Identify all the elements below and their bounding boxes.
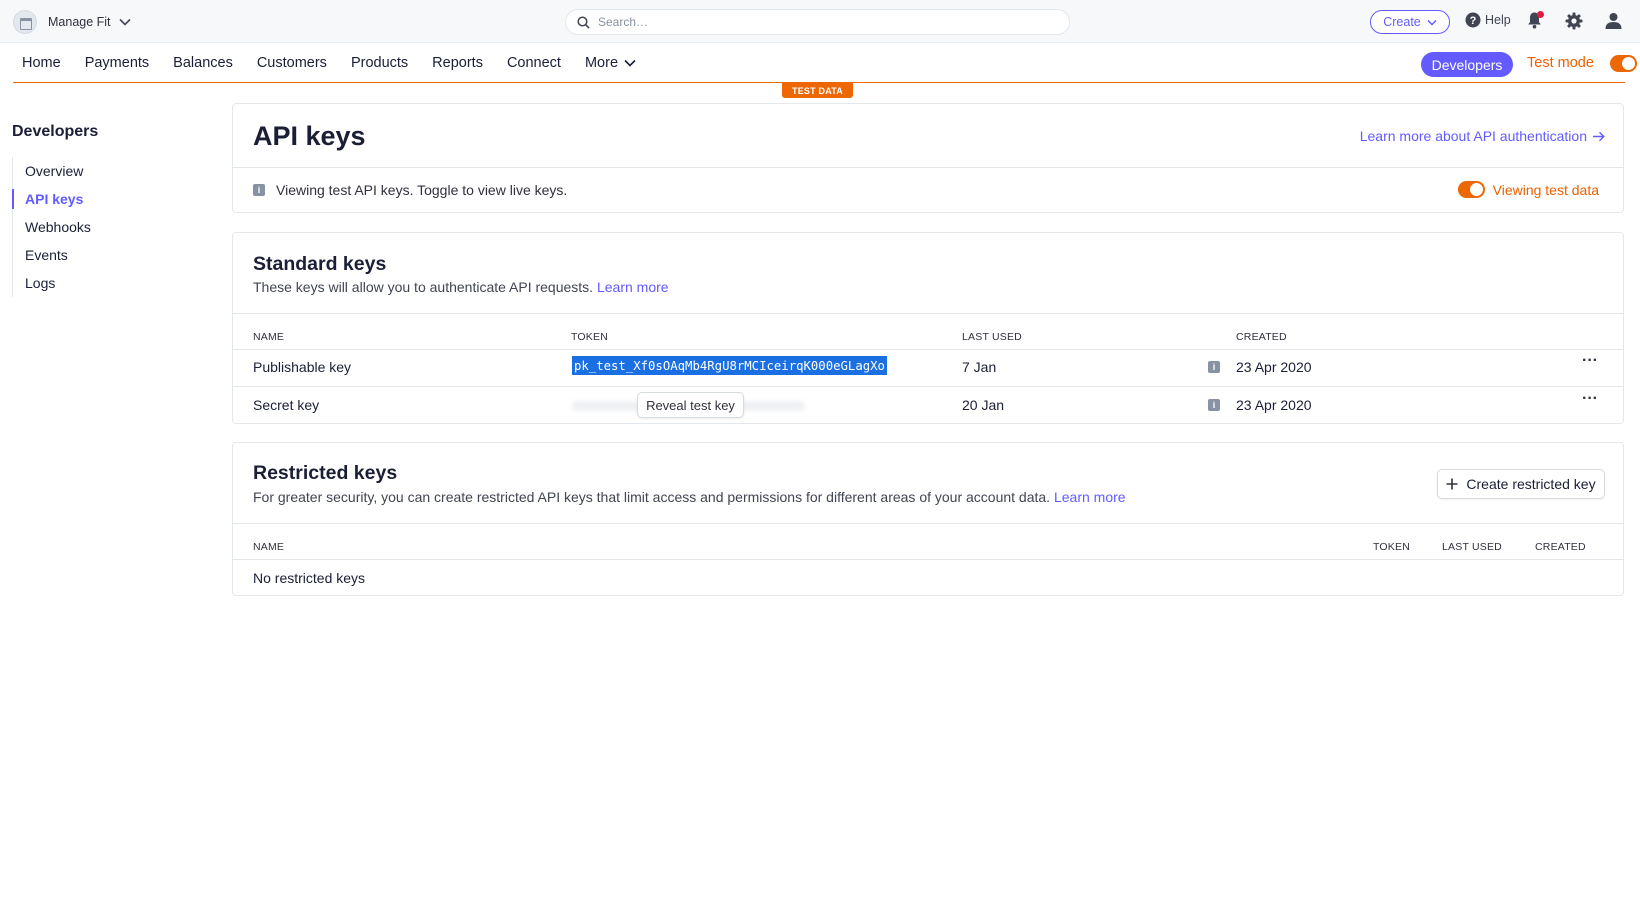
publishable-key-last-used: 7 Jan <box>962 359 997 375</box>
publishable-key-name: Publishable key <box>253 359 352 375</box>
more-options-icon[interactable]: ··· <box>1582 352 1598 370</box>
col-header-created: CREATED <box>1535 541 1586 553</box>
nav-item-connect[interactable]: Connect <box>507 55 561 71</box>
col-header-name: NAME <box>253 541 285 553</box>
info-icon: i <box>253 184 265 196</box>
divider <box>233 386 1623 387</box>
test-data-badge: TEST DATA <box>782 83 853 98</box>
learn-api-auth-label: Learn more about API authentication <box>1359 128 1587 144</box>
col-header-created: CREATED <box>1236 331 1287 343</box>
restricted-keys-title: Restricted keys <box>253 462 398 484</box>
standard-keys-subtitle: These keys will allow you to authenticat… <box>253 279 594 295</box>
standard-keys-learn-more-link[interactable]: Learn more <box>597 279 669 295</box>
sidebar-item-events[interactable]: Events <box>13 241 192 269</box>
chevron-down-icon <box>118 18 131 26</box>
standard-keys-title: Standard keys <box>253 253 387 275</box>
col-header-last-used: LAST USED <box>962 331 1022 343</box>
user-profile-icon[interactable] <box>1605 12 1622 29</box>
viewing-test-data-label: Viewing test data <box>1492 181 1599 198</box>
sidebar-item-api-keys[interactable]: API keys <box>12 185 192 213</box>
nav-item-more[interactable]: More <box>585 55 636 71</box>
nav-item-home[interactable]: Home <box>22 55 61 71</box>
test-mode-toggle[interactable] <box>1610 55 1637 72</box>
search-icon <box>577 15 590 29</box>
chevron-down-icon <box>624 59 636 67</box>
sidebar-nav: Overview API keys Webhooks Events Logs <box>12 157 192 297</box>
search-input[interactable]: Search… <box>565 9 1070 35</box>
test-data-toggle-switch[interactable] <box>1457 181 1485 198</box>
help-button[interactable]: ? Help <box>1465 12 1511 28</box>
notification-badge <box>1537 11 1544 18</box>
sidebar-item-webhooks[interactable]: Webhooks <box>13 213 192 241</box>
secret-key-name: Secret key <box>253 397 320 413</box>
create-restricted-key-label: Create restricted key <box>1466 476 1596 492</box>
nav-item-balances[interactable]: Balances <box>173 55 233 71</box>
divider <box>233 167 1623 168</box>
test-mode-label: Test mode <box>1527 55 1594 71</box>
learn-api-auth-link[interactable]: Learn more about API authentication <box>1360 128 1605 144</box>
col-header-last-used: LAST USED <box>1442 541 1502 553</box>
sidebar-item-logs[interactable]: Logs <box>13 269 192 297</box>
viewing-test-data-toggle[interactable]: Viewing test data <box>1457 181 1599 198</box>
developers-button[interactable]: Developers <box>1421 52 1513 77</box>
divider <box>233 559 1623 560</box>
standard-keys-card: Standard keys These keys will allow you … <box>232 232 1624 424</box>
create-label: Create <box>1383 15 1421 29</box>
restricted-keys-card: Restricted keys For greater security, yo… <box>232 442 1624 596</box>
top-bar: Manage Fit Search… Create ? Help <box>0 0 1640 43</box>
standard-keys-description: These keys will allow you to authenticat… <box>253 279 669 295</box>
no-restricted-keys-message: No restricted keys <box>253 570 366 586</box>
publishable-key-created: 23 Apr 2020 <box>1236 359 1312 375</box>
store-icon <box>13 10 37 34</box>
account-name: Manage Fit <box>48 15 111 29</box>
more-options-icon[interactable]: ··· <box>1582 390 1598 408</box>
help-icon: ? <box>1465 12 1481 28</box>
secret-key-last-used: 20 Jan <box>962 397 1005 413</box>
nav-item-reports[interactable]: Reports <box>432 55 483 71</box>
arrow-right-icon <box>1593 131 1605 141</box>
restricted-keys-description: For greater security, you can create res… <box>253 489 1126 505</box>
create-restricted-key-button[interactable]: Create restricted key <box>1437 469 1605 499</box>
chevron-down-icon <box>1427 19 1437 26</box>
search-placeholder: Search… <box>598 15 649 29</box>
divider <box>233 349 1623 350</box>
col-header-token: TOKEN <box>1373 541 1410 553</box>
sidebar-title: Developers <box>12 123 99 140</box>
nav-item-products[interactable]: Products <box>351 55 408 71</box>
page-title: API keys <box>253 121 366 151</box>
account-switcher[interactable]: Manage Fit <box>13 10 131 34</box>
sidebar-item-overview[interactable]: Overview <box>13 157 192 185</box>
gear-icon[interactable] <box>1565 12 1583 30</box>
divider <box>233 313 1623 314</box>
api-keys-header-card: API keys Learn more about API authentica… <box>232 103 1624 213</box>
divider <box>233 523 1623 524</box>
nav-item-customers[interactable]: Customers <box>257 55 327 71</box>
test-keys-notice: i Viewing test API keys. Toggle to view … <box>253 182 567 198</box>
nav-item-more-label: More <box>584 55 619 71</box>
restricted-keys-learn-more-link[interactable]: Learn more <box>1054 489 1126 505</box>
restricted-keys-subtitle: For greater security, you can create res… <box>253 489 1051 505</box>
col-header-token: TOKEN <box>571 331 608 343</box>
info-icon[interactable]: i <box>1208 361 1220 373</box>
nav-item-payments[interactable]: Payments <box>85 55 149 71</box>
test-keys-notice-text: Viewing test API keys. Toggle to view li… <box>276 182 568 198</box>
plus-icon <box>1446 478 1458 490</box>
secret-key-created: 23 Apr 2020 <box>1236 397 1312 413</box>
svg-text:?: ? <box>1470 15 1477 27</box>
reveal-test-key-button[interactable]: Reveal test key <box>637 392 744 418</box>
help-label: Help <box>1485 13 1511 27</box>
publishable-key-token[interactable]: pk_test_Xf0sOAqMb4RgU8rMCIceirqK000eGLag… <box>572 356 887 375</box>
create-button[interactable]: Create <box>1370 10 1450 34</box>
main-nav: Home Payments Balances Customers Product… <box>13 43 1637 83</box>
info-icon[interactable]: i <box>1208 399 1220 411</box>
col-header-name: NAME <box>253 331 285 343</box>
